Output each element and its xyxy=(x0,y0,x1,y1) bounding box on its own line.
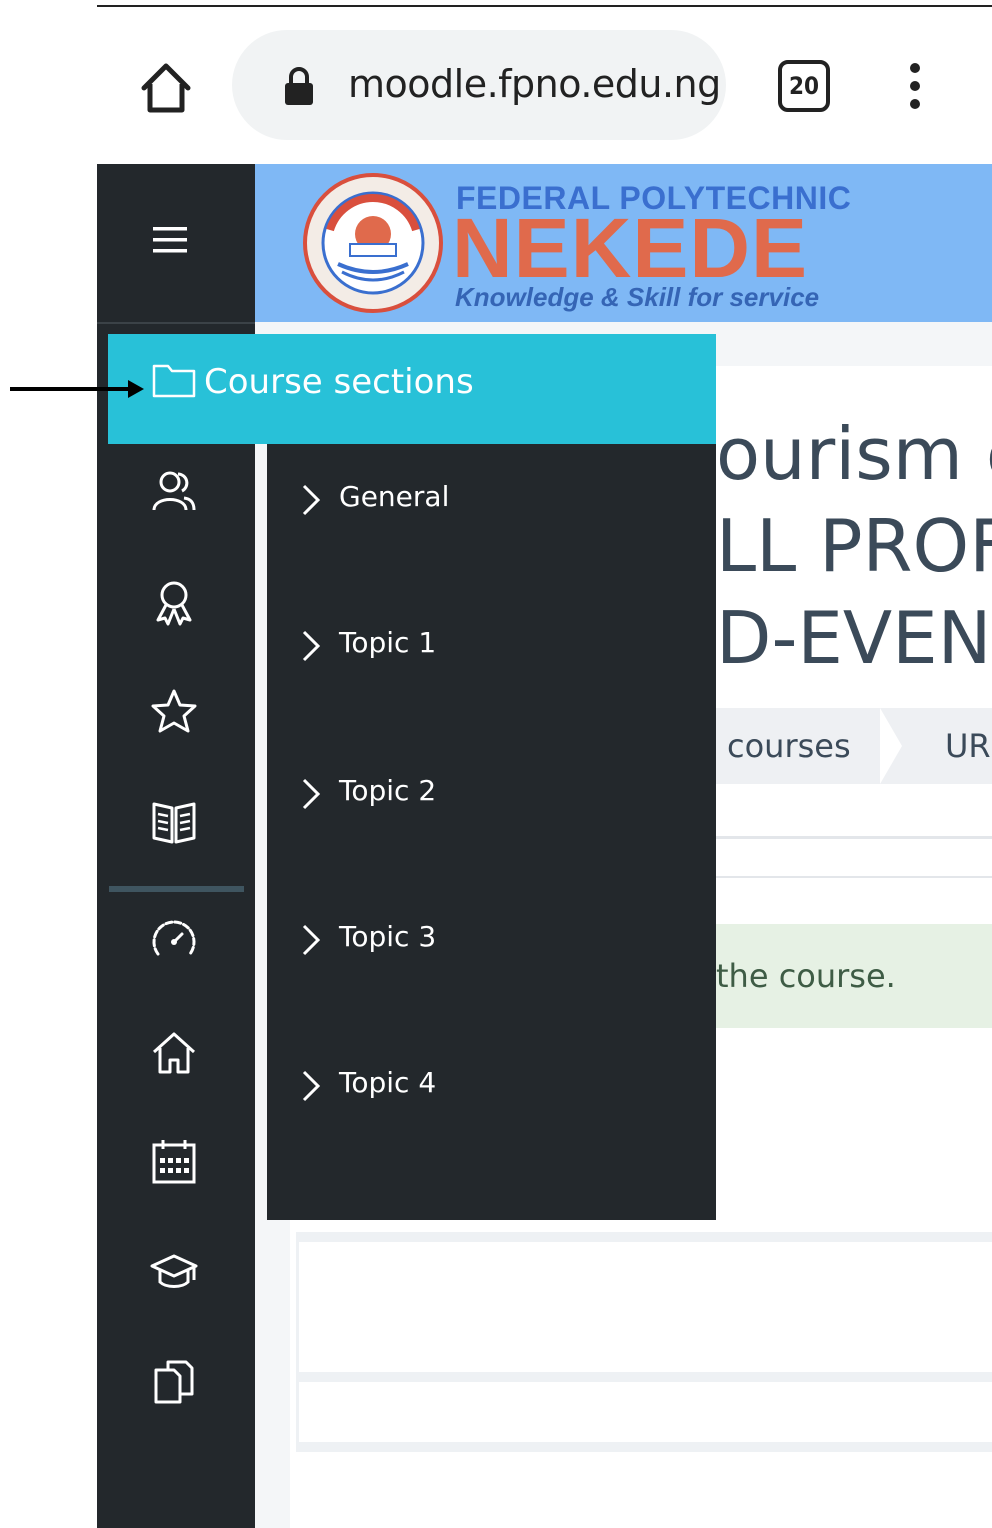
tab-switcher-button[interactable]: 20 xyxy=(778,60,830,112)
chevron-right-icon[interactable] xyxy=(296,1068,324,1104)
grades-book-icon[interactable] xyxy=(148,796,200,848)
logo-text-nekede: NEKEDE xyxy=(452,201,809,295)
course-title-line-1: ourism c xyxy=(716,412,992,496)
course-title-line-2: LL PROF xyxy=(716,504,992,588)
course-index-item-label[interactable]: Topic 1 xyxy=(339,626,436,659)
breadcrumb-item-course[interactable]: URI xyxy=(945,727,992,765)
sidebar-divider xyxy=(97,322,255,324)
course-index-title[interactable]: Course sections xyxy=(204,362,474,402)
badges-icon[interactable] xyxy=(148,576,200,628)
divider xyxy=(716,836,992,839)
chevron-right-icon[interactable] xyxy=(296,628,324,664)
course-index-item-label[interactable]: Topic 3 xyxy=(339,920,436,953)
annotation-arrow xyxy=(10,374,145,404)
content-bank-icon[interactable] xyxy=(148,1356,200,1408)
notice-text: the course. xyxy=(716,957,896,995)
hamburger-menu-icon[interactable] xyxy=(150,222,190,258)
course-section-card xyxy=(296,1372,992,1452)
course-index-item-label[interactable]: General xyxy=(339,480,449,513)
breadcrumb-item-courses[interactable]: courses xyxy=(727,727,851,765)
divider xyxy=(716,876,992,878)
logo-tagline: Knowledge & Skill for service xyxy=(455,282,820,312)
competencies-star-icon[interactable] xyxy=(148,686,200,738)
lock-icon xyxy=(282,66,316,106)
folder-icon xyxy=(152,362,196,398)
breadcrumb-separator xyxy=(880,708,920,784)
browser-home-button[interactable] xyxy=(138,60,194,116)
course-index-item-label[interactable]: Topic 4 xyxy=(339,1066,436,1099)
course-index-item-label[interactable]: Topic 2 xyxy=(339,774,436,807)
polytechnic-seal-logo xyxy=(298,172,448,314)
course-index-item-topic-4[interactable]: Topic 4 xyxy=(296,1056,696,1116)
course-index-item-topic-3[interactable]: Topic 3 xyxy=(296,910,696,970)
course-index-item-topic-2[interactable]: Topic 2 xyxy=(296,764,696,824)
dashboard-gauge-icon[interactable] xyxy=(148,914,200,966)
chevron-right-icon[interactable] xyxy=(296,776,324,812)
participants-icon[interactable] xyxy=(148,466,200,518)
site-home-icon[interactable] xyxy=(148,1026,200,1078)
course-section-card xyxy=(296,1232,992,1392)
more-vertical-icon xyxy=(910,63,920,109)
address-bar-url[interactable]: moodle.fpno.edu.ng xyxy=(348,62,721,106)
browser-menu-button[interactable] xyxy=(900,60,930,116)
chevron-right-icon[interactable] xyxy=(296,482,324,518)
course-index-item-topic-1[interactable]: Topic 1 xyxy=(296,616,696,676)
course-index-item-general[interactable]: General xyxy=(296,470,696,530)
sidebar-divider xyxy=(109,886,244,892)
my-courses-graduation-cap-icon[interactable] xyxy=(148,1246,200,1298)
chevron-right-icon[interactable] xyxy=(296,922,324,958)
house-icon xyxy=(141,63,191,113)
course-title-line-3: D-EVEN xyxy=(716,596,992,680)
calendar-icon[interactable] xyxy=(148,1136,200,1188)
